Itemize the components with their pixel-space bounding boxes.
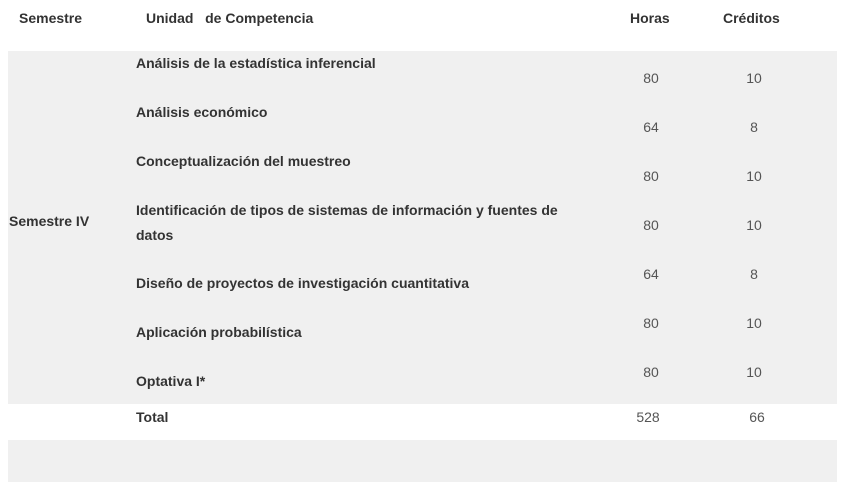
table-row: Aplicación probabilística 80 10 (8, 296, 837, 345)
semester-block: Semestre IV Análisis de la estadística i… (8, 51, 837, 404)
total-creditos: 66 (749, 409, 765, 425)
unit-horas: 80 (643, 364, 659, 380)
table-row: Optativa I* 80 10 (8, 345, 837, 394)
table-row: Diseño de proyectos de investigación cua… (8, 247, 837, 296)
unit-horas: 80 (643, 217, 659, 233)
unit-name: Optativa I* (136, 373, 206, 389)
unit-horas: 80 (643, 315, 659, 331)
unit-name: Identificación de tipos de sistemas de i… (136, 202, 558, 243)
unit-creditos: 10 (746, 315, 762, 331)
unit-creditos: 10 (746, 217, 762, 233)
unit-horas: 64 (643, 266, 659, 282)
unit-name: Conceptualización del muestreo (136, 153, 351, 169)
table-row: Identificación de tipos de sistemas de i… (8, 198, 837, 247)
unit-creditos: 8 (750, 266, 758, 282)
unit-creditos: 8 (750, 119, 758, 135)
table-row: Conceptualización del muestreo 80 10 (8, 149, 837, 198)
unit-creditos: 10 (746, 364, 762, 380)
header-unidad-competencia: Unidad de Competencia (146, 10, 314, 26)
unit-name: Análisis de la estadística inferencial (136, 55, 376, 71)
unit-horas: 80 (643, 168, 659, 184)
unit-name: Aplicación probabilística (136, 324, 302, 340)
header-creditos: Créditos (723, 10, 780, 26)
unit-creditos: 10 (746, 168, 762, 184)
empty-row (8, 440, 837, 482)
header-semestre: Semestre (19, 10, 83, 26)
unit-name: Diseño de proyectos de investigación cua… (136, 275, 469, 291)
unit-name: Análisis económico (136, 104, 268, 120)
total-horas: 528 (636, 409, 660, 425)
unit-horas: 64 (643, 119, 659, 135)
unit-horas: 80 (643, 70, 659, 86)
table-row: Análisis de la estadística inferencial 8… (8, 51, 837, 100)
table-header: Semestre Unidad de Competencia Horas Cré… (0, 0, 845, 36)
total-label: Total (136, 409, 169, 425)
table-row: Análisis económico 64 8 (8, 100, 837, 149)
unit-creditos: 10 (746, 70, 762, 86)
header-horas: Horas (630, 10, 670, 26)
total-row: Total 528 66 (8, 404, 837, 440)
